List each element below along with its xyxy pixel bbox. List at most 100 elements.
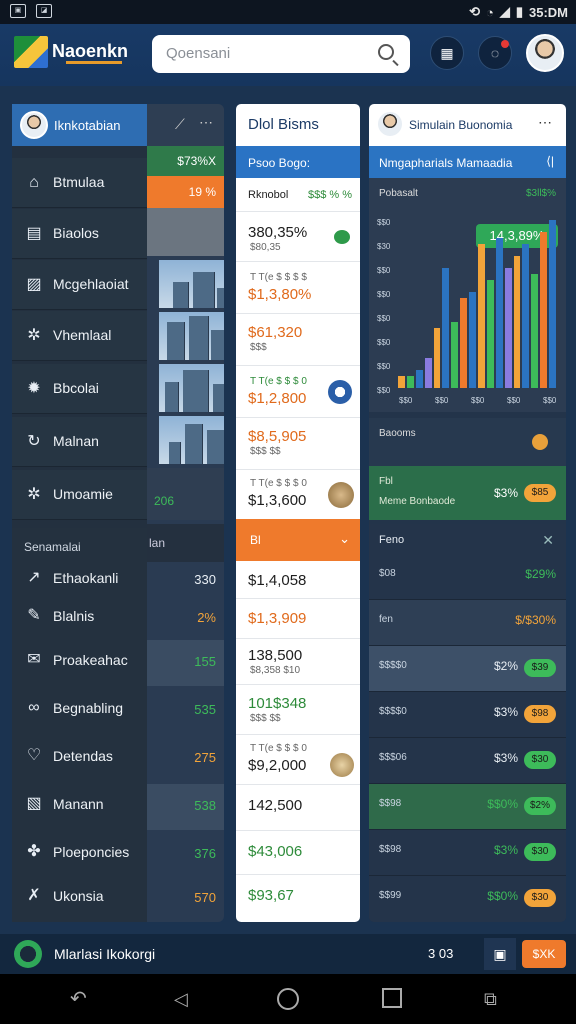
chart-bar <box>504 268 512 388</box>
search-icon[interactable] <box>378 44 394 60</box>
data-row[interactable]: $$$06 $3% $30 <box>369 738 566 784</box>
signal-icon: ◢ <box>499 4 510 19</box>
listing-cell[interactable]: $1,3,909 <box>236 599 360 639</box>
y-tick-label: $$0 <box>377 218 391 227</box>
listing-cell[interactable]: 101$348 $$$ $$ <box>236 685 360 735</box>
y-tick-label: $$0 <box>377 290 391 299</box>
listing-cell[interactable]: $8,5,905 $$$ $$ <box>236 418 360 470</box>
drawer-item[interactable]: ▤ Biaolos <box>12 209 147 259</box>
drawer-item[interactable]: ▨ Mcgehlaoiat <box>12 260 147 310</box>
more-icon[interactable]: ⋯ <box>538 114 552 131</box>
drawer-item[interactable]: ↻ Malnan <box>12 417 147 467</box>
search-input[interactable]: Qoensani <box>152 35 410 73</box>
card3-panel-title: Baooms <box>379 428 416 439</box>
image-icon: ▣ <box>10 4 26 18</box>
drawer-item[interactable]: ✉ Proakeahac <box>12 638 147 684</box>
home-icon[interactable] <box>277 988 299 1010</box>
listing-cell[interactable]: $61,320 $$$ <box>236 314 360 366</box>
chart-bar <box>424 358 432 388</box>
building-thumbnail[interactable] <box>159 312 224 360</box>
back-triangle-icon[interactable]: ◁ <box>174 988 196 1010</box>
pin-icon[interactable]: ⟋ <box>175 116 185 133</box>
calendar-button[interactable]: ▦ <box>430 36 464 70</box>
share-icon[interactable]: ⟨| <box>546 154 554 168</box>
drawer-item[interactable]: ▧ Manann <box>12 782 147 828</box>
more-icon[interactable]: ⋯ <box>199 114 213 131</box>
card3-tab-bar[interactable]: Nmgapharials Mamaadia ⟨| <box>369 146 566 178</box>
data-row[interactable]: fen $/$30% <box>369 600 566 646</box>
close-icon[interactable]: ✕ <box>542 532 554 549</box>
data-row[interactable]: $$$$0 $3% $98 <box>369 692 566 738</box>
listing-cell[interactable]: $43,006 <box>236 831 360 875</box>
home-icon: ⌂ <box>29 174 39 191</box>
chart-plot <box>397 208 557 388</box>
chart-bar <box>478 244 485 388</box>
save-icon[interactable]: ▣ <box>484 938 516 970</box>
chart-bar <box>451 322 459 388</box>
building-thumbnail[interactable] <box>159 364 224 412</box>
data-row[interactable]: $08 $29% <box>369 554 566 600</box>
chevron-down-icon[interactable]: ⌄ <box>339 531 350 547</box>
trend-icon: ↗ <box>27 569 41 586</box>
listing-cell[interactable]: $1,4,058 <box>236 561 360 599</box>
chart-bar <box>442 268 450 388</box>
user-avatar[interactable] <box>526 34 564 72</box>
listing-cell[interactable]: 142,500 <box>236 785 360 831</box>
drawer-item[interactable]: ✲ Umoamie <box>12 470 147 520</box>
drawer-item[interactable]: ✎ Blalnis <box>12 594 147 640</box>
back-icon[interactable]: ↶ <box>70 988 92 1010</box>
card1-value: 155 <box>194 654 216 669</box>
listing-cell[interactable]: T T(e $ $ $ 0 $1,3,600 <box>236 470 360 520</box>
card3-green-value: $3% <box>493 486 518 500</box>
drawer-item[interactable]: ⌂ Btmulaa <box>12 158 147 208</box>
split-screen-icon[interactable]: ⧉ <box>484 988 506 1010</box>
recents-icon[interactable] <box>382 988 402 1008</box>
card1-value: 570 <box>194 890 216 905</box>
x-tick-label: $$0 <box>507 396 521 405</box>
card3-tab-label: Nmgapharials Mamaadia <box>379 156 513 170</box>
x-tick-label: $$0 <box>543 396 557 405</box>
building-thumbnail[interactable] <box>159 416 224 464</box>
drawer-item[interactable]: ✤ Ploeponcies <box>12 830 147 876</box>
building-thumbnail[interactable] <box>159 260 224 308</box>
chart-bar <box>398 376 405 388</box>
listing-cell[interactable]: T T(e $ $ $ $ $1,3,80% <box>236 262 360 314</box>
battery-icon: ▮ <box>515 4 523 19</box>
drawer-header[interactable]: Iknkotabian <box>12 104 147 146</box>
drawer-item[interactable]: ♡ Detendas <box>12 734 147 780</box>
card2-orange-header[interactable]: Bl ⌄ <box>236 519 360 561</box>
document-icon: ▤ <box>26 225 42 242</box>
listing-cell[interactable]: $93,67 <box>236 875 360 922</box>
data-row[interactable]: $$$$0 $2% $39 <box>369 646 566 692</box>
data-row[interactable]: $$98 $$0% $2% <box>369 784 566 830</box>
listing-cell[interactable]: 138,500 $8,358 $10 <box>236 639 360 685</box>
y-tick-label: $$0 <box>377 386 391 395</box>
data-row[interactable]: $$99 $$0% $30 <box>369 876 566 922</box>
bottom-bar: Mlarlasi Ikokorgi 3 03 ▣ $XK <box>0 934 576 974</box>
status-bar: ▣ ◪ ⟲ ◔ ◢ ▮ 35:DM <box>0 0 576 24</box>
card3-green-pill: $85 <box>524 484 556 502</box>
drawer-item[interactable]: ✹ Bbcolai <box>12 364 147 414</box>
listing-cell[interactable]: T T(e $ $ $ 0 $1,2,800 <box>236 366 360 418</box>
info-icon[interactable] <box>532 434 548 450</box>
card1-value: 330 <box>194 572 216 587</box>
drawer-avatar[interactable] <box>20 111 48 139</box>
edit-icon: ✎ <box>27 607 41 624</box>
card3-avatar[interactable] <box>377 111 403 137</box>
search-placeholder: Qoensani <box>166 45 231 62</box>
listing-cell[interactable]: 380,35% $80,35 <box>236 212 360 262</box>
drawer-item[interactable]: ✗ Ukonsia <box>12 874 147 920</box>
card1-green-row: $73%X <box>147 146 224 176</box>
card1-value: 538 <box>194 798 216 813</box>
listing-cell[interactable]: T T(e $ $ $ 0 $9,2,000 <box>236 735 360 785</box>
action-button[interactable]: $XK <box>522 940 566 968</box>
data-row[interactable]: $$98 $3% $30 <box>369 830 566 876</box>
drawer-item[interactable]: ∞ Begnabling <box>12 686 147 732</box>
y-tick-label: $$0 <box>377 362 391 371</box>
drawer-item[interactable]: ✲ Vhemlaal <box>12 311 147 361</box>
app-icon[interactable] <box>14 940 42 968</box>
chart-bar <box>540 232 548 388</box>
card2-filter-bar[interactable]: Psoo Bogo: <box>236 146 360 178</box>
notification-button[interactable]: ◌ <box>478 36 512 70</box>
card3-green-panel[interactable]: Fbl Meme Bonbaode $3% $85 <box>369 466 566 520</box>
